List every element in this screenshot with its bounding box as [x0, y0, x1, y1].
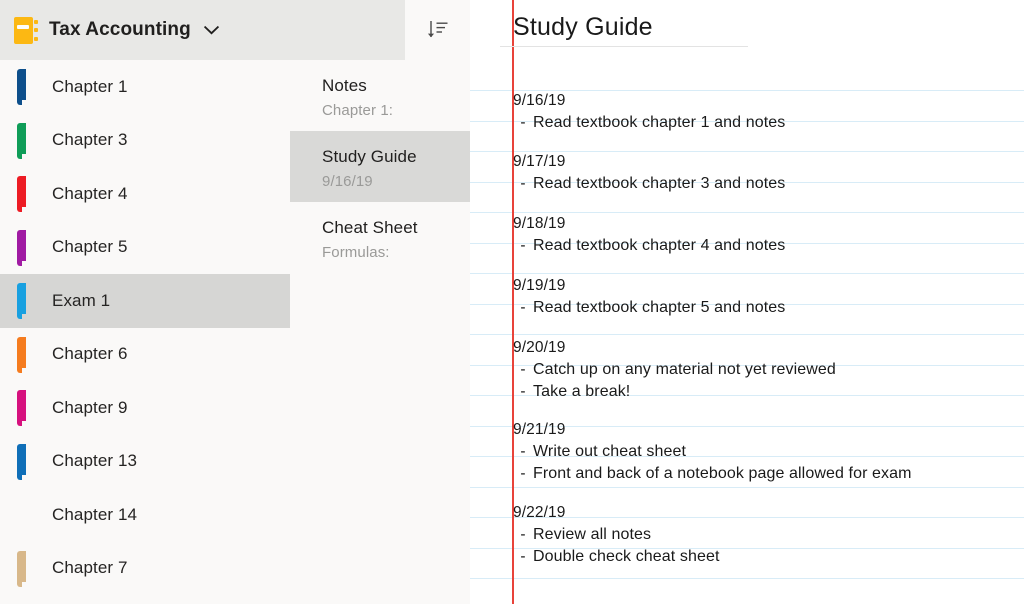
- bullet-text: Read textbook chapter 5 and notes: [533, 299, 786, 316]
- section-color-tab: [17, 283, 26, 319]
- sidebar-item-label: Exam 1: [52, 290, 111, 310]
- section-list[interactable]: Chapter 1 Chapter 3 Chapter 4 Chapter 5 Exam…: [0, 60, 290, 604]
- note-bullet: - Take a break!: [513, 383, 630, 401]
- bullet-dash: -: [520, 175, 526, 192]
- app-header: Tax Accounting: [0, 0, 470, 60]
- section-color-tab: [17, 443, 26, 480]
- note-bullet: - Front and back of a notebook page allow…: [513, 465, 912, 483]
- entry-date: 9/17/19: [513, 153, 566, 170]
- bullet-text: Write out cheat sheet: [533, 443, 686, 460]
- section-color-tab: [17, 550, 26, 587]
- sidebar-item-chapter-3[interactable]: Chapter 3: [0, 114, 290, 168]
- entry-date: 9/18/19: [513, 215, 566, 232]
- bullet-text: Double check cheat sheet: [533, 548, 720, 565]
- entry-date: 9/22/19: [513, 504, 566, 521]
- note-bullet: - Double check cheat sheet: [513, 548, 720, 566]
- title-underline: [500, 46, 748, 47]
- bullet-dash: -: [520, 465, 526, 482]
- section-color-tab: [17, 229, 26, 266]
- notebook-selector[interactable]: Tax Accounting: [0, 0, 405, 60]
- section-color-tab: [17, 176, 26, 212]
- page-item-subtitle: Chapter 1:: [322, 102, 394, 119]
- sidebar-item-chapter-6[interactable]: Chapter 6: [0, 328, 290, 382]
- sidebar-item-chapter-14[interactable]: Chapter 14: [0, 488, 290, 542]
- sidebar-item-label: Chapter 3: [52, 130, 128, 150]
- entry-date: 9/19/19: [513, 277, 566, 294]
- note-bullet: - Write out cheat sheet: [513, 443, 686, 461]
- sidebar-item-chapter-7[interactable]: Chapter 7: [0, 542, 290, 596]
- bullet-text: Review all notes: [533, 526, 652, 543]
- section-color-tab: [17, 497, 26, 533]
- page-item-title: Cheat Sheet: [322, 218, 418, 237]
- sidebar-item-label: Chapter 13: [52, 451, 138, 471]
- note-bullet: - Read textbook chapter 1 and notes: [513, 114, 785, 132]
- bullet-text: Read textbook chapter 4 and notes: [533, 237, 786, 254]
- bullet-dash: -: [520, 443, 526, 460]
- sidebar-item-chapter-5[interactable]: Chapter 5: [0, 221, 290, 275]
- section-color-tab: [17, 390, 26, 426]
- note-bullet: - Read textbook chapter 5 and notes: [513, 299, 785, 317]
- entry-date: 9/16/19: [513, 92, 566, 109]
- sidebar-item-label: Chapter 14: [52, 504, 138, 524]
- sidebar-item-label: Chapter 5: [52, 237, 128, 257]
- bullet-text: Read textbook chapter 1 and notes: [533, 114, 786, 131]
- bullet-dash: -: [520, 383, 526, 400]
- bullet-text: Front and back of a notebook page allowe…: [533, 465, 912, 482]
- chevron-down-icon[interactable]: [204, 22, 220, 38]
- sidebar-item-label: Chapter 4: [52, 183, 128, 203]
- bullet-dash: -: [520, 114, 526, 131]
- rule-line: [470, 212, 1024, 213]
- page-item-title: Study Guide: [322, 147, 417, 166]
- page-item-subtitle: 9/16/19: [322, 173, 373, 190]
- bullet-dash: -: [520, 526, 526, 543]
- note-bullet: - Catch up on any material not yet review…: [513, 361, 836, 379]
- page-item-notes[interactable]: Notes Chapter 1:: [290, 60, 470, 131]
- section-color-tab: [17, 122, 26, 159]
- sort-descending-icon: [426, 18, 450, 42]
- bullet-text: Take a break!: [533, 383, 631, 400]
- page-item-study-guide[interactable]: Study Guide 9/16/19: [290, 131, 470, 202]
- notebook-icon: [14, 16, 39, 44]
- sidebar-item-chapter-9[interactable]: Chapter 9: [0, 381, 290, 435]
- bullet-dash: -: [520, 299, 526, 316]
- page-item-title: Notes: [322, 76, 367, 95]
- bullet-text: Read textbook chapter 3 and notes: [533, 175, 786, 192]
- bullet-text: Catch up on any material not yet reviewe…: [533, 361, 836, 378]
- sidebar-item-label: Chapter 1: [52, 76, 128, 96]
- sidebar-item-chapter-13[interactable]: Chapter 13: [0, 435, 290, 489]
- section-color-tab: [17, 336, 26, 373]
- bullet-dash: -: [520, 548, 526, 565]
- section-color-tab: [17, 69, 26, 105]
- page-list[interactable]: Notes Chapter 1: Study Guide 9/16/19 Cheat S…: [290, 60, 470, 604]
- bullet-dash: -: [520, 237, 526, 254]
- entry-date: 9/20/19: [513, 339, 566, 356]
- page-title[interactable]: Study Guide: [513, 13, 653, 42]
- rule-line: [470, 273, 1024, 274]
- onenote-window: Tax Accounting Chapter 1 Chapter 3 Chapter…: [0, 0, 1024, 604]
- note-bullet: - Read textbook chapter 4 and notes: [513, 237, 785, 255]
- rule-line: [470, 90, 1024, 91]
- page-item-cheat-sheet[interactable]: Cheat Sheet Formulas:: [290, 202, 470, 273]
- note-bullet: - Read textbook chapter 3 and notes: [513, 175, 785, 193]
- note-canvas[interactable]: Study Guide 9/16/19- Read textbook chapte…: [470, 0, 1024, 604]
- notebook-title: Tax Accounting: [49, 19, 191, 40]
- rule-line: [470, 151, 1024, 152]
- sidebar-item-exam-1[interactable]: Exam 1: [0, 274, 290, 328]
- sidebar-item-chapter-1[interactable]: Chapter 1: [0, 60, 290, 114]
- sidebar-item-label: Chapter 9: [52, 397, 128, 417]
- note-bullet: - Review all notes: [513, 526, 651, 544]
- entry-date: 9/21/19: [513, 421, 566, 438]
- rule-line: [470, 486, 1024, 488]
- bullet-dash: -: [520, 361, 526, 378]
- rule-line: [470, 334, 1024, 335]
- sidebar-item-chapter-4[interactable]: Chapter 4: [0, 167, 290, 221]
- page-item-subtitle: Formulas:: [322, 244, 390, 261]
- sort-button[interactable]: [405, 0, 470, 60]
- sidebar-item-label: Chapter 7: [52, 558, 128, 578]
- sidebar-item-label: Chapter 6: [52, 344, 128, 364]
- rule-line: [470, 578, 1024, 579]
